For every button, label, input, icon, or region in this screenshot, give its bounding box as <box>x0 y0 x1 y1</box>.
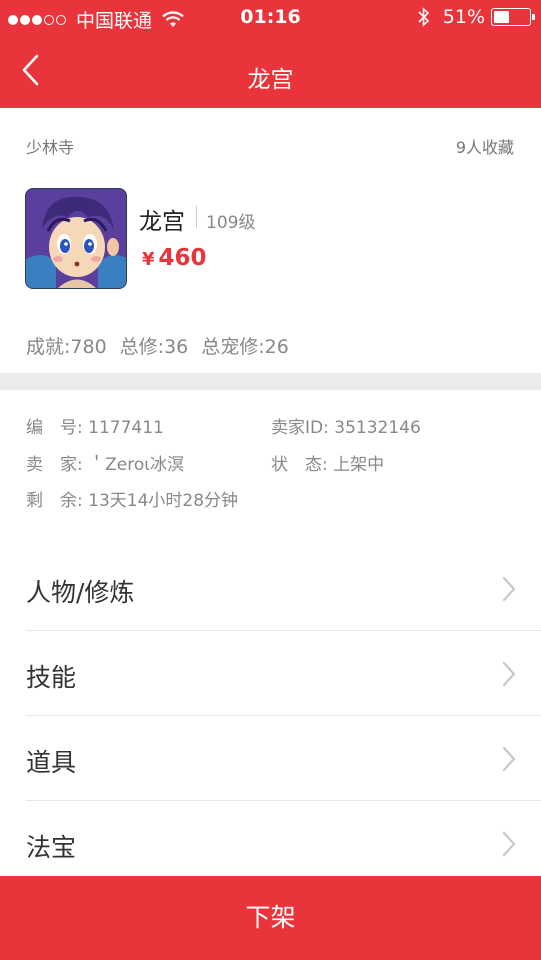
info-remaining-label: 剩 余: <box>26 491 83 511</box>
server-name: 少林寺 <box>26 138 75 157</box>
menu-item-label: 技能 <box>26 663 77 692</box>
section-divider <box>0 373 541 390</box>
level-divider <box>196 206 197 228</box>
info-seller-id: 卖家ID: 35132146 <box>271 413 421 438</box>
info-seller-id-value: 35132146 <box>334 418 421 438</box>
character-name: 龙宫 <box>139 209 185 235</box>
favorites-count: 9人收藏 <box>455 138 514 157</box>
chevron-right-icon <box>502 746 516 772</box>
price: ¥460 <box>142 245 207 271</box>
battery-fill <box>494 11 510 23</box>
info-seller: 卖 家: ＇Zeroι冰溟 <box>26 450 184 475</box>
info-remaining-value: 13天14小时28分钟 <box>88 491 239 511</box>
page-title: 龙宫 <box>247 67 294 93</box>
character-level: 109级 <box>206 213 256 233</box>
menu-item-label: 人物/修炼 <box>26 578 135 607</box>
battery-icon <box>491 8 535 26</box>
info-status: 状 态: 上架中 <box>271 450 384 475</box>
menu-item-skills[interactable]: 技能 <box>26 631 541 716</box>
chevron-right-icon <box>502 831 516 857</box>
info-id-label: 编 号: <box>26 418 83 438</box>
info-id: 编 号: 1177411 <box>26 413 164 438</box>
price-amount: 460 <box>158 245 207 271</box>
battery-percent: 51% <box>442 6 485 28</box>
currency-symbol: ¥ <box>142 249 155 270</box>
bluetooth-icon <box>418 7 429 27</box>
status-right: 51% <box>417 6 535 28</box>
info-remaining: 剩 余: 13天14小时28分钟 <box>26 486 238 511</box>
delist-button[interactable]: 下架 <box>0 876 541 960</box>
character-stats: 成就:780 总修:36 总宠修:26 <box>26 332 302 359</box>
chevron-right-icon <box>502 576 516 602</box>
menu-item-character[interactable]: 人物/修炼 <box>26 546 541 631</box>
menu-item-label: 法宝 <box>26 833 77 862</box>
menu-item-label: 道具 <box>26 748 77 777</box>
stat-total-cultivation: 总修:36 <box>119 336 189 358</box>
info-seller-label: 卖 家: <box>26 455 83 475</box>
info-seller-value: ＇Zeroι冰溟 <box>88 455 185 475</box>
menu-item-items[interactable]: 道具 <box>26 716 541 801</box>
menu-item-treasure[interactable]: 法宝 <box>26 801 541 886</box>
chevron-right-icon <box>502 661 516 687</box>
stat-achievement: 成就:780 <box>26 336 107 358</box>
info-status-label: 状 态: <box>271 455 328 475</box>
info-status-value: 上架中 <box>333 455 385 475</box>
info-seller-id-label: 卖家ID: <box>271 418 329 438</box>
character-avatar <box>25 188 127 289</box>
stat-total-pet-cultivation: 总宠修:26 <box>201 336 289 358</box>
nav-bar: 龙宫 <box>0 36 541 108</box>
info-id-value: 1177411 <box>88 418 164 438</box>
status-bar: 中国联通 01:16 51% <box>0 0 541 36</box>
